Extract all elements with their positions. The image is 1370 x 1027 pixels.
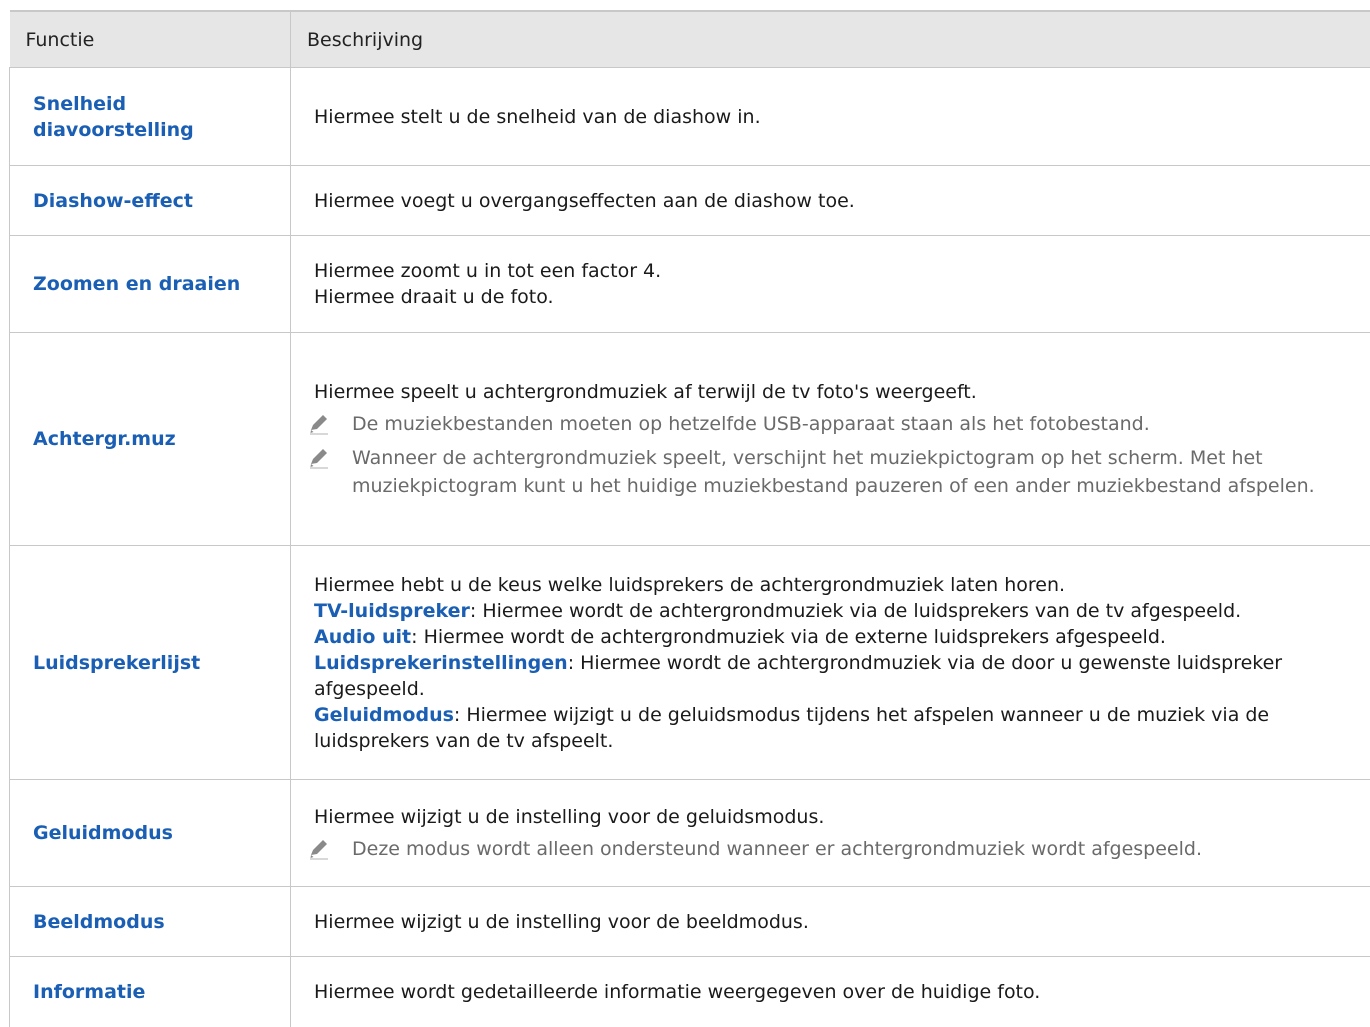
header-beschrijving: Beschrijving xyxy=(291,11,1370,68)
desc-line: Hiermee zoomt u in tot een factor 4. xyxy=(314,258,1367,284)
table-row: Luidsprekerlijst Hiermee hebt u de keus … xyxy=(10,546,1370,780)
row-desc-luidsprekerlijst: Hiermee hebt u de keus welke luidspreker… xyxy=(291,546,1370,780)
row-name-luidsprekerlijst: Luidsprekerlijst xyxy=(10,546,291,780)
option-line: Geluidmodus: Hiermee wijzigt u de geluid… xyxy=(314,702,1367,754)
pencil-icon xyxy=(314,410,352,436)
note: Wanneer de achtergrondmuziek speelt, ver… xyxy=(314,444,1367,500)
row-desc-beeldmodus: Hiermee wijzigt u de instelling voor de … xyxy=(291,887,1370,957)
pencil-icon xyxy=(314,444,352,470)
table-row: Diashow-effect Hiermee voegt u overgangs… xyxy=(10,166,1370,236)
row-desc-achtergr-muz: Hiermee speelt u achtergrondmuziek af te… xyxy=(291,333,1370,546)
pencil-icon xyxy=(314,835,352,861)
note-text: De muziekbestanden moeten op hetzelfde U… xyxy=(352,410,1150,438)
function-table: Functie Beschrijving Snelheid diavoorste… xyxy=(9,10,1370,1027)
option-term: Geluidmodus xyxy=(314,704,454,726)
table-row: Geluidmodus Hiermee wijzigt u de instell… xyxy=(10,780,1370,887)
option-term: Audio uit xyxy=(314,626,411,648)
row-desc-snelheid: Hiermee stelt u de snelheid van de diash… xyxy=(291,68,1370,166)
row-name-geluidmodus: Geluidmodus xyxy=(10,780,291,887)
row-name-diashow-effect: Diashow-effect xyxy=(10,166,291,236)
row-desc-geluidmodus: Hiermee wijzigt u de instelling voor de … xyxy=(291,780,1370,887)
row-desc-zoomen: Hiermee zoomt u in tot een factor 4. Hie… xyxy=(291,236,1370,333)
option-line: TV-luidspreker: Hiermee wordt de achterg… xyxy=(314,598,1367,624)
desc-line: Hiermee draait u de foto. xyxy=(314,284,1367,310)
row-name-zoomen: Zoomen en draaien xyxy=(10,236,291,333)
row-name-informatie: Informatie xyxy=(10,957,291,1027)
note: Deze modus wordt alleen ondersteund wann… xyxy=(314,835,1367,863)
table-header-row: Functie Beschrijving xyxy=(10,11,1370,68)
option-line: Audio uit: Hiermee wordt de achtergrondm… xyxy=(314,624,1367,650)
option-text: : Hiermee wijzigt u de geluidsmodus tijd… xyxy=(314,704,1269,752)
option-text: : Hiermee wordt de achtergrondmuziek via… xyxy=(470,600,1241,622)
row-name-achtergr-muz: Achtergr.muz xyxy=(10,333,291,546)
option-line: Luidsprekerinstellingen: Hiermee wordt d… xyxy=(314,650,1367,702)
table-row: Snelheid diavoorstelling Hiermee stelt u… xyxy=(10,68,1370,166)
header-functie: Functie xyxy=(10,11,291,68)
row-name-snelheid: Snelheid diavoorstelling xyxy=(10,68,291,166)
table-row: Informatie Hiermee wordt gedetailleerde … xyxy=(10,957,1370,1027)
row-desc-informatie: Hiermee wordt gedetailleerde informatie … xyxy=(291,957,1370,1027)
option-text: : Hiermee wordt de achtergrondmuziek via… xyxy=(411,626,1166,648)
table-row: Zoomen en draaien Hiermee zoomt u in tot… xyxy=(10,236,1370,333)
desc-line: Hiermee speelt u achtergrondmuziek af te… xyxy=(314,378,1367,406)
row-desc-diashow-effect: Hiermee voegt u overgangseffecten aan de… xyxy=(291,166,1370,236)
desc-line: Hiermee wijzigt u de instelling voor de … xyxy=(314,803,1367,831)
option-term: TV-luidspreker xyxy=(314,600,470,622)
note-text: Wanneer de achtergrondmuziek speelt, ver… xyxy=(352,444,1367,500)
option-term: Luidsprekerinstellingen xyxy=(314,652,568,674)
row-name-beeldmodus: Beeldmodus xyxy=(10,887,291,957)
table-row: Achtergr.muz Hiermee speelt u achtergron… xyxy=(10,333,1370,546)
note-text: Deze modus wordt alleen ondersteund wann… xyxy=(352,835,1202,863)
desc-line: Hiermee hebt u de keus welke luidspreker… xyxy=(314,572,1367,598)
note: De muziekbestanden moeten op hetzelfde U… xyxy=(314,410,1367,438)
table-row: Beeldmodus Hiermee wijzigt u de instelli… xyxy=(10,887,1370,957)
